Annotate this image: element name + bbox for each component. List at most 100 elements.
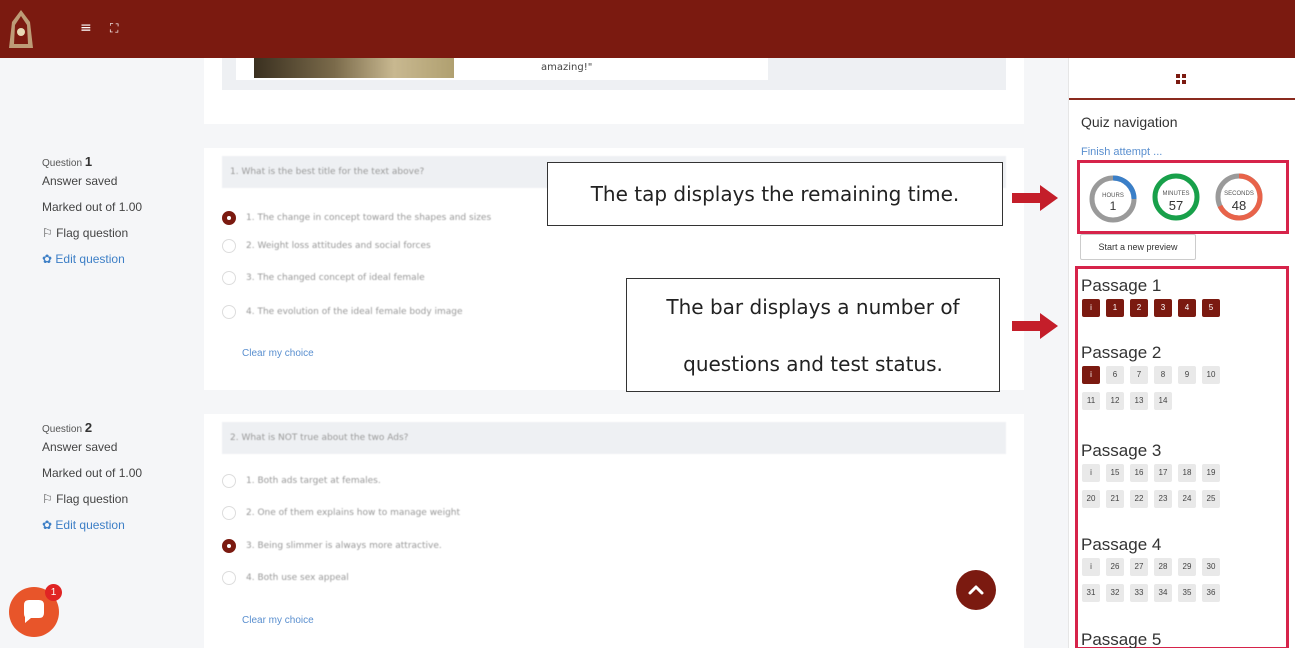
chevron-up-icon (968, 585, 984, 595)
grid-icon[interactable] (1176, 74, 1186, 84)
answer-option[interactable]: 1. The change in concept toward the shap… (222, 208, 491, 228)
question-nav-button[interactable]: 25 (1202, 490, 1220, 508)
radio-button[interactable] (222, 571, 236, 585)
question-info: Question 1 Answer saved Marked out of 1.… (42, 154, 142, 276)
answer-option[interactable]: 2. One of them explains how to manage we… (222, 503, 460, 523)
question-nav-button[interactable]: 33 (1130, 584, 1148, 602)
question-nav-button[interactable]: 5 (1202, 299, 1220, 317)
question-nav-button[interactable]: 20 (1082, 490, 1100, 508)
ad-image: amazing!" (236, 58, 768, 80)
question-nav-button[interactable]: 9 (1178, 366, 1196, 384)
question-nav-button[interactable]: i (1082, 366, 1100, 384)
question-nav-button[interactable]: 14 (1154, 392, 1172, 410)
question-nav-button[interactable]: 8 (1154, 366, 1172, 384)
question-nav-button[interactable]: 28 (1154, 558, 1172, 576)
answer-option[interactable]: 1. Both ads target at females. (222, 471, 381, 491)
question-nav-button[interactable]: 3 (1154, 299, 1172, 317)
fullscreen-icon[interactable]: ⛶ (110, 21, 118, 35)
passage-title: Passage 2 (1081, 343, 1162, 362)
question-number: Question 1 (42, 154, 93, 169)
edit-question-link[interactable]: ✿ Edit question (42, 516, 142, 542)
radio-button[interactable] (222, 506, 236, 520)
question-nav-button[interactable]: 12 (1106, 392, 1124, 410)
question-nav-button[interactable]: i (1082, 558, 1100, 576)
svg-text:1: 1 (1110, 199, 1117, 213)
passage-title: Passage 4 (1081, 535, 1162, 554)
question-nav-button[interactable]: 29 (1178, 558, 1196, 576)
svg-text:SECONDS: SECONDS (1224, 191, 1254, 197)
marks-label: Marked out of 1.00 (42, 200, 143, 214)
question-nav-button[interactable]: 16 (1130, 464, 1148, 482)
question-nav-button[interactable]: 36 (1202, 584, 1220, 602)
answer-option[interactable]: 4. Both use sex appeal (222, 568, 349, 588)
question-nav-button[interactable]: 19 (1202, 464, 1220, 482)
answer-status: Answer saved (42, 440, 118, 454)
answer-option[interactable]: 4. The evolution of the ideal female bod… (222, 302, 463, 322)
svg-text:48: 48 (1232, 198, 1246, 213)
question-nav-button[interactable]: i (1082, 299, 1100, 317)
menu-icon[interactable]: ≡ (80, 21, 92, 35)
answer-status: Answer saved (42, 174, 118, 188)
question-nav-button[interactable]: 11 (1082, 392, 1100, 410)
radio-button[interactable] (222, 271, 236, 285)
finish-attempt-link[interactable]: Finish attempt ... (1081, 146, 1162, 158)
passage-title: Passage 1 (1081, 276, 1162, 295)
question-nav-button[interactable]: 2 (1130, 299, 1148, 317)
scroll-top-button[interactable] (956, 570, 996, 610)
flag-question-link[interactable]: ⚐ Flag question (42, 490, 142, 516)
radio-button[interactable] (222, 305, 236, 319)
edit-question-link[interactable]: ✿ Edit question (42, 250, 142, 276)
question-nav-button[interactable]: 13 (1130, 392, 1148, 410)
start-preview-button[interactable]: Start a new preview (1080, 234, 1196, 260)
question-nav-button[interactable]: 17 (1154, 464, 1172, 482)
question-nav-button[interactable]: i (1082, 464, 1100, 482)
radio-button[interactable] (222, 539, 236, 553)
arrow-right-icon (1012, 313, 1058, 339)
flag-icon: ⚐ (42, 492, 57, 506)
passage-title: Passage 5 (1081, 630, 1162, 648)
flag-question-link[interactable]: ⚐ Flag question (42, 224, 142, 250)
question-nav-button[interactable]: 7 (1130, 366, 1148, 384)
question-nav-button[interactable]: 21 (1106, 490, 1124, 508)
question-nav-button[interactable]: 24 (1178, 490, 1196, 508)
question-nav-button[interactable]: 35 (1178, 584, 1196, 602)
answer-option[interactable]: 3. Being slimmer is always more attracti… (222, 536, 442, 556)
marks-label: Marked out of 1.00 (42, 466, 143, 480)
question-number: Question 2 (42, 420, 93, 435)
timer-callout: The tap displays the remaining time. (547, 162, 1003, 226)
seconds-timer: SECONDS 48 (1215, 173, 1263, 221)
university-logo-icon[interactable] (6, 8, 36, 52)
passage-card: amazing!" (204, 58, 1024, 124)
arrow-right-icon (1012, 185, 1058, 211)
ad-caption: amazing!" (541, 62, 593, 73)
question-nav-button[interactable]: 26 (1106, 558, 1124, 576)
question-nav-button[interactable]: 31 (1082, 584, 1100, 602)
top-navbar: ≡ ⛶ (0, 0, 1295, 58)
bar-callout-line: The bar displays a number of (666, 295, 960, 319)
clear-choice-link[interactable]: Clear my choice (242, 615, 314, 626)
question-nav-button[interactable]: 23 (1154, 490, 1172, 508)
question-nav-button[interactable]: 1 (1106, 299, 1124, 317)
question-nav-button[interactable]: 18 (1178, 464, 1196, 482)
flag-icon: ⚐ (42, 226, 57, 240)
radio-button[interactable] (222, 474, 236, 488)
radio-button[interactable] (222, 211, 236, 225)
answer-option[interactable]: 3. The changed concept of ideal female (222, 268, 425, 288)
question-nav-button[interactable]: 32 (1106, 584, 1124, 602)
quiz-navigation-panel: Quiz navigation Finish attempt ... HOURS… (1068, 58, 1295, 648)
question-nav-button[interactable]: 34 (1154, 584, 1172, 602)
question-nav-button[interactable]: 6 (1106, 366, 1124, 384)
answer-option[interactable]: 2. Weight loss attitudes and social forc… (222, 236, 431, 256)
question-nav-button[interactable]: 15 (1106, 464, 1124, 482)
clear-choice-link[interactable]: Clear my choice (242, 348, 314, 359)
question-nav-button[interactable]: 4 (1178, 299, 1196, 317)
question-nav-button[interactable]: 22 (1130, 490, 1148, 508)
question-nav-button[interactable]: 27 (1130, 558, 1148, 576)
question-nav-button[interactable]: 10 (1202, 366, 1220, 384)
svg-text:MINUTES: MINUTES (1163, 191, 1190, 197)
ad-photo (254, 58, 454, 78)
radio-button[interactable] (222, 239, 236, 253)
question-nav-button[interactable]: 30 (1202, 558, 1220, 576)
passage-title: Passage 3 (1081, 441, 1162, 460)
question-text: 2. What is NOT true about the two Ads? (222, 422, 1006, 454)
